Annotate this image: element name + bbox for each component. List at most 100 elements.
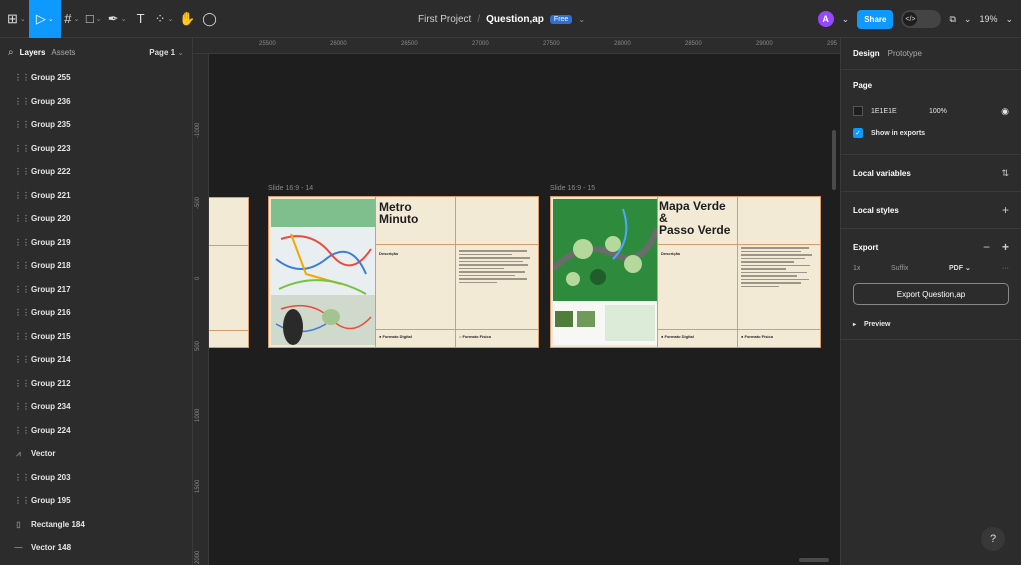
layer-item[interactable]: ⋮⋮ Group 235 xyxy=(0,113,192,137)
slide-guide xyxy=(375,329,538,330)
chevron-down-icon[interactable]: ⌄ xyxy=(1005,14,1013,25)
zoom-level[interactable]: 19% xyxy=(979,14,997,24)
preview-toggle[interactable]: ▸ Preview xyxy=(853,313,1009,335)
format-fisico: ● Formato Físico xyxy=(741,334,774,339)
dev-mode-toggle[interactable]: </> xyxy=(901,10,942,28)
layer-item-label: Vector 148 xyxy=(31,543,72,553)
layer-item-label: Group 235 xyxy=(31,120,71,130)
shape-tool-button[interactable]: □ ⌄ xyxy=(83,0,105,38)
layer-item[interactable]: ⋮⋮ Group 216 xyxy=(0,301,192,325)
layer-item[interactable]: ⋮⋮ Group 255 xyxy=(0,66,192,90)
local-styles-heading[interactable]: Local styles + xyxy=(853,192,1009,228)
layer-item[interactable]: ⋮⋮ Group 212 xyxy=(0,372,192,396)
main-menu-icon: ⊞ xyxy=(7,10,18,26)
page-opacity-value[interactable]: 100% xyxy=(929,108,947,115)
layer-item[interactable]: ⋮⋮ Group 222 xyxy=(0,160,192,184)
chevron-down-icon[interactable]: ⌄ xyxy=(964,14,972,25)
layer-item[interactable]: ▯ Rectangle 184 xyxy=(0,513,192,537)
eye-icon[interactable]: ◉ xyxy=(1001,106,1009,117)
layer-item[interactable]: ⋮⋮ Group 217 xyxy=(0,278,192,302)
ruler-tick: 1500 xyxy=(195,479,201,493)
show-in-exports-checkbox[interactable]: ✓ xyxy=(853,128,863,138)
more-icon[interactable]: ··· xyxy=(1002,265,1009,272)
avatar[interactable]: A xyxy=(817,11,834,27)
photo xyxy=(555,311,573,327)
tab-design[interactable]: Design xyxy=(853,49,880,58)
group-icon: ⋮⋮ xyxy=(14,355,30,365)
frame-label[interactable]: Slide 16:9 - 14 xyxy=(268,185,313,192)
tab-layers[interactable]: Layers xyxy=(20,48,46,57)
chevron-down-icon[interactable]: ⌄ xyxy=(578,15,585,24)
page-fill-row[interactable]: 1E1E1E 100% ◉ xyxy=(853,100,1009,122)
layer-item[interactable]: ⩘ Vector xyxy=(0,442,192,466)
layer-item[interactable]: ⋮⋮ Group 223 xyxy=(0,137,192,161)
remove-icon[interactable]: − xyxy=(983,240,990,254)
layer-item[interactable]: ⋮⋮ Group 218 xyxy=(0,254,192,278)
local-variables-heading[interactable]: Local variables ⇅ xyxy=(853,155,1009,191)
file-name[interactable]: Question,ap xyxy=(486,14,544,25)
layer-item[interactable]: ⋮⋮ Group 220 xyxy=(0,207,192,231)
chevron-down-icon: ⌄ xyxy=(73,15,80,23)
canvas[interactable]: Slide 16:9 - 14 Metro Minuto Descrição ●… xyxy=(209,54,840,565)
group-icon: ⋮⋮ xyxy=(14,261,30,271)
group-icon: ⋮⋮ xyxy=(14,378,30,388)
tab-assets[interactable]: Assets xyxy=(51,48,75,57)
layer-item[interactable]: ⋮⋮ Group 234 xyxy=(0,395,192,419)
tab-prototype[interactable]: Prototype xyxy=(888,49,922,58)
chevron-down-icon: ⌄ xyxy=(177,47,184,57)
file-title[interactable]: First Project / Question,ap Free ⌄ xyxy=(418,0,585,38)
layer-item[interactable]: ⋮⋮ Group 221 xyxy=(0,184,192,208)
layer-item[interactable]: — Vector 148 xyxy=(0,536,192,560)
add-icon[interactable]: + xyxy=(1002,240,1009,254)
frame-label[interactable]: Slide 16:9 - 15 xyxy=(550,185,595,192)
export-suffix-field[interactable]: Suffix xyxy=(891,265,941,272)
top-toolbar: ⊞ ⌄ ▷ ⌄ # ⌄ □ ⌄ ✒ ⌄ T ⁘ ⌄ ✋ ◯ First Project / Question… xyxy=(0,0,1021,38)
slide-14[interactable]: Metro Minuto Descrição ● Formato Digital… xyxy=(268,196,539,348)
frame-tool-button[interactable]: # ⌄ xyxy=(61,0,83,38)
page-selector[interactable]: Page 1 ⌄ xyxy=(149,48,184,57)
export-button[interactable]: Export Question,ap xyxy=(853,283,1009,305)
partial-slide[interactable] xyxy=(209,197,249,348)
description-label: Descrição xyxy=(379,251,399,256)
ruler-horizontal: 25500 26000 26500 27000 27500 28000 28500 29000… xyxy=(193,38,840,54)
resources-tool-button[interactable]: ⁘ ⌄ xyxy=(152,0,177,38)
slide-15[interactable]: Mapa Verde & Passo Verde Descrição ● For… xyxy=(550,196,821,348)
comment-tool-button[interactable]: ◯ xyxy=(199,0,221,38)
layer-item-label: Group 216 xyxy=(31,308,71,318)
vertical-scrollbar[interactable] xyxy=(832,130,836,190)
horizontal-scrollbar[interactable] xyxy=(799,558,829,562)
share-button[interactable]: Share xyxy=(857,9,894,29)
layer-item[interactable]: ⋮⋮ Group 195 xyxy=(0,489,192,513)
layer-item[interactable]: ⋮⋮ Group 214 xyxy=(0,348,192,372)
add-icon[interactable]: + xyxy=(1002,203,1009,217)
present-icon[interactable]: ⧉ xyxy=(949,14,955,25)
search-icon[interactable]: ⌕ xyxy=(8,47,14,58)
tool-list: ⊞ ⌄ ▷ ⌄ # ⌄ □ ⌄ ✒ ⌄ T ⁘ ⌄ ✋ ◯ xyxy=(0,0,221,38)
help-button[interactable]: ? xyxy=(981,527,1005,551)
chevron-down-icon[interactable]: ⌄ xyxy=(842,14,850,25)
rectangle-icon: ▯ xyxy=(16,519,21,529)
show-in-exports-label: Show in exports xyxy=(871,129,926,137)
variables-icon[interactable]: ⇅ xyxy=(1001,168,1009,179)
export-scale[interactable]: 1x xyxy=(853,265,883,272)
layer-item-label: Group 215 xyxy=(31,331,71,341)
color-swatch[interactable] xyxy=(853,106,863,116)
main-menu-button[interactable]: ⊞ ⌄ xyxy=(4,0,29,38)
hand-tool-button[interactable]: ✋ xyxy=(176,0,198,38)
project-name[interactable]: First Project xyxy=(418,14,471,25)
layer-item[interactable]: ⋮⋮ Group 219 xyxy=(0,231,192,255)
page-section: Page 1E1E1E 100% ◉ ✓ Show in exports xyxy=(841,70,1021,155)
layer-item[interactable]: ⋮⋮ Group 224 xyxy=(0,419,192,443)
layer-item[interactable]: ⋮⋮ Group 215 xyxy=(0,325,192,349)
text-tool-button[interactable]: T xyxy=(130,0,152,38)
page-color-value[interactable]: 1E1E1E xyxy=(871,108,921,115)
layer-item[interactable]: ⋮⋮ Group 203 xyxy=(0,466,192,490)
layer-item-label: Group 220 xyxy=(31,214,71,224)
show-in-exports-row[interactable]: ✓ Show in exports xyxy=(853,122,1009,144)
move-tool-button[interactable]: ▷ ⌄ xyxy=(28,0,61,38)
page-selector-label: Page 1 xyxy=(149,47,176,57)
pen-tool-button[interactable]: ✒ ⌄ xyxy=(105,0,130,38)
vector-icon: ⩘ xyxy=(16,448,21,458)
export-format[interactable]: PDF ⌄ xyxy=(949,264,971,272)
layer-item[interactable]: ⋮⋮ Group 236 xyxy=(0,90,192,114)
